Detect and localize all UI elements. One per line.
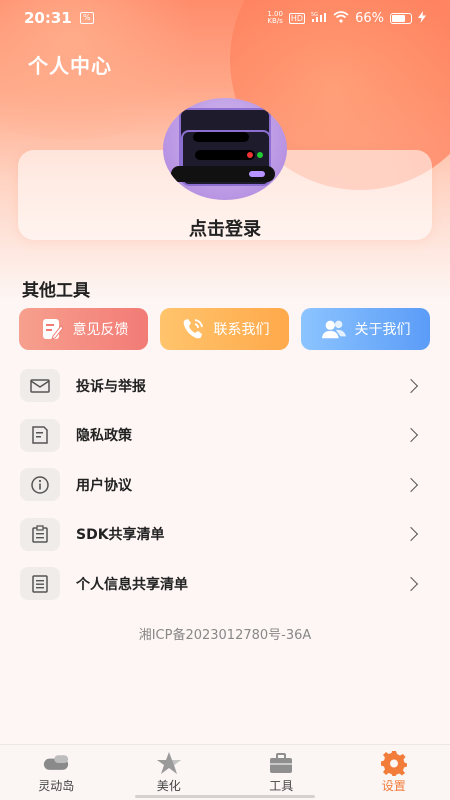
avatar-pill-graphic: [193, 132, 249, 142]
mail-icon: [20, 369, 60, 403]
about-button[interactable]: 关于我们: [301, 308, 430, 350]
users-icon: [321, 316, 347, 342]
gear-icon: [380, 750, 407, 776]
tab-beautify[interactable]: 美化: [113, 745, 226, 800]
info-icon: [20, 468, 60, 502]
list-item-label: 个人信息共享清单: [76, 576, 188, 593]
contact-button[interactable]: 联系我们: [160, 308, 289, 350]
bottom-tabbar: 灵动岛 美化 工具 设置: [0, 744, 450, 800]
about-label: 关于我们: [354, 322, 411, 338]
wifi-icon: [333, 10, 349, 26]
tab-island[interactable]: 灵动岛: [0, 745, 113, 800]
star-icon: [156, 751, 182, 774]
chevron-right-icon: [403, 428, 419, 443]
tab-label: 灵动岛: [38, 778, 75, 793]
signal-icon: 5G: [311, 11, 327, 26]
icp-record[interactable]: 湘ICP备2023012780号-36A: [0, 624, 450, 643]
avatar-dot-graphic: [247, 152, 253, 158]
hd-icon: HD: [288, 12, 306, 24]
status-right: 1.00 KB/s HD 5G 66%: [267, 10, 426, 26]
chevron-right-icon: [403, 527, 419, 542]
network-speed: 1.00 KB/s: [267, 11, 283, 25]
contact-label: 联系我们: [213, 322, 270, 338]
list-doc-icon: [20, 567, 60, 601]
island-icon: [43, 752, 69, 774]
feedback-icon: [39, 316, 65, 342]
feedback-label: 意见反馈: [72, 322, 129, 338]
page-title: 个人中心: [28, 54, 112, 78]
list-item-label: 投诉与举报: [76, 378, 146, 395]
list-item-label: 用户协议: [76, 477, 132, 494]
avatar-dot-graphic: [257, 152, 263, 158]
status-time: 20:31: [24, 9, 72, 27]
tab-tools[interactable]: 工具: [225, 745, 338, 800]
tools-section-title: 其他工具: [22, 281, 90, 301]
chevron-right-icon: [403, 576, 419, 591]
feedback-button[interactable]: 意见反馈: [19, 308, 148, 350]
list-item-label: SDK共享清单: [76, 527, 165, 544]
chevron-right-icon: [403, 378, 419, 393]
charging-icon: [418, 10, 426, 26]
toolbox-icon: [268, 752, 294, 774]
list-item-label: 隐私政策: [76, 428, 132, 445]
phone-icon: [180, 316, 206, 342]
document-icon: [20, 418, 60, 452]
battery-percent: 66%: [355, 10, 384, 26]
tab-label: 设置: [381, 778, 406, 793]
avatar-dot-graphic: [249, 171, 265, 177]
avatar[interactable]: [163, 98, 287, 200]
list-item-personal-info[interactable]: 个人信息共享清单: [0, 559, 450, 609]
list-item-complaint[interactable]: 投诉与举报: [0, 361, 450, 411]
battery-icon: [390, 12, 412, 24]
home-indicator: [135, 795, 315, 798]
settings-list: 投诉与举报 隐私政策 用户协议 SDK共享清单 个人信息共享清单: [0, 361, 450, 609]
login-label[interactable]: 点击登录: [0, 215, 450, 241]
chevron-right-icon: [403, 477, 419, 492]
status-bar: 20:31 % 1.00 KB/s HD 5G 66%: [0, 0, 450, 36]
clipboard-icon: [20, 517, 60, 551]
tab-label: 工具: [269, 778, 294, 793]
list-item-agreement[interactable]: 用户协议: [0, 460, 450, 510]
tab-label: 美化: [156, 778, 181, 793]
avatar-pill-graphic: [195, 150, 255, 160]
notification-icon: %: [79, 12, 94, 24]
list-item-privacy[interactable]: 隐私政策: [0, 411, 450, 461]
list-item-sdk[interactable]: SDK共享清单: [0, 510, 450, 560]
tab-settings[interactable]: 设置: [338, 745, 450, 800]
speed-unit: KB/s: [267, 17, 283, 25]
